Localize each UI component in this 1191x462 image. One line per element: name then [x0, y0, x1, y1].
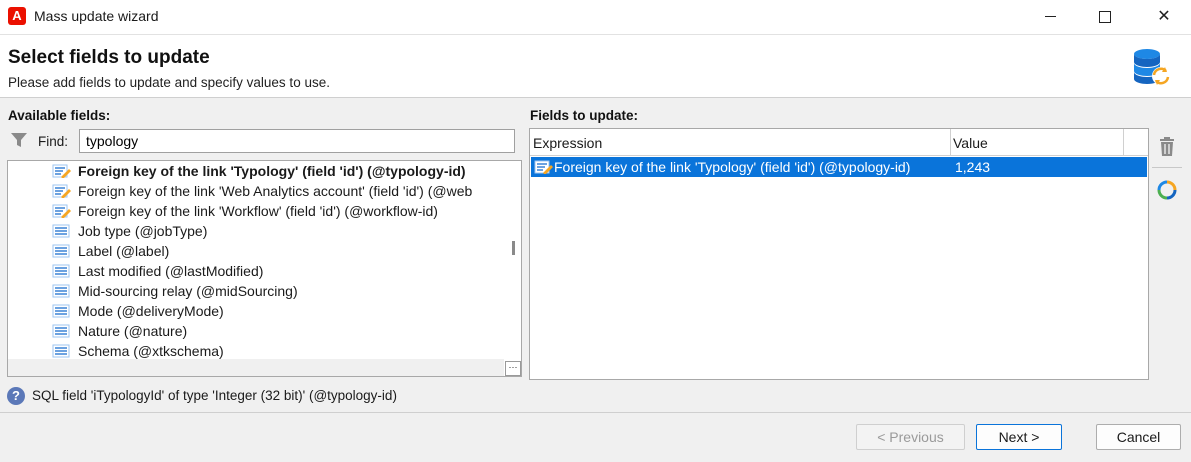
list-item-label: Last modified (@lastModified): [78, 263, 264, 279]
row-value[interactable]: 1,243: [955, 159, 990, 175]
refresh-icon[interactable]: [1155, 178, 1179, 202]
title-bar: A Mass update wizard ✕: [0, 0, 1191, 34]
column-divider[interactable]: [1123, 129, 1124, 155]
find-input[interactable]: [79, 129, 515, 153]
row-expression: Foreign key of the link 'Typology' (fiel…: [554, 159, 911, 175]
toolbar-divider: [1152, 167, 1182, 168]
minimize-button[interactable]: [1027, 0, 1073, 34]
field-icon: [52, 264, 70, 278]
field-icon: [52, 344, 70, 358]
close-button[interactable]: ✕: [1141, 0, 1187, 34]
fields-to-update-grid[interactable]: Expression Value Foreign key of the link…: [529, 128, 1149, 380]
previous-button[interactable]: < Previous: [856, 424, 965, 450]
table-row[interactable]: Foreign key of the link 'Typology' (fiel…: [531, 157, 1147, 177]
list-item-label: Foreign key of the link 'Web Analytics a…: [78, 183, 473, 199]
list-item-label: Job type (@jobType): [78, 223, 208, 239]
column-header-expression[interactable]: Expression: [533, 135, 602, 151]
foreign-key-icon: [52, 184, 71, 198]
field-icon: [52, 244, 70, 258]
list-item-label: Foreign key of the link 'Typology' (fiel…: [78, 163, 466, 179]
fields-to-update-label: Fields to update:: [530, 108, 638, 123]
list-item-label: Mode (@deliveryMode): [78, 303, 224, 319]
foreign-key-icon: [52, 204, 71, 218]
page-title: Select fields to update: [8, 47, 210, 68]
cancel-button-label: Cancel: [1116, 429, 1161, 445]
column-header-value[interactable]: Value: [953, 135, 988, 151]
field-icon: [52, 304, 70, 318]
find-label: Find:: [38, 134, 69, 149]
grid-header: Expression Value: [530, 129, 1148, 156]
list-item-label: Nature (@nature): [78, 323, 188, 339]
foreign-key-icon: [534, 160, 553, 174]
next-button-label: Next >: [998, 429, 1040, 445]
minimize-icon: [1044, 16, 1056, 18]
window-title: Mass update wizard: [34, 8, 159, 24]
list-item-label: Mid-sourcing relay (@midSourcing): [78, 283, 298, 299]
next-button[interactable]: Next >: [976, 424, 1062, 450]
page-subtitle: Please add fields to update and specify …: [8, 75, 330, 90]
vertical-scrollbar[interactable]: [512, 241, 515, 255]
help-icon: ?: [7, 387, 25, 405]
list-item-label: Schema (@xtkschema): [78, 343, 224, 359]
footer-divider: [0, 412, 1191, 413]
maximize-icon: [1099, 10, 1111, 23]
more-options-button[interactable]: ···: [505, 361, 521, 376]
previous-button-label: < Previous: [877, 429, 944, 445]
app-logo-icon: A: [8, 7, 26, 25]
find-row: Find:: [8, 129, 518, 155]
horizontal-scrollbar[interactable]: [8, 359, 504, 376]
wizard-header: Select fields to update Please add field…: [0, 34, 1191, 98]
available-fields-tree[interactable]: Foreign key of the link 'Typology' (fiel…: [7, 160, 522, 377]
field-icon: [52, 284, 70, 298]
list-item-label: Label (@label): [78, 243, 170, 259]
filter-icon[interactable]: [10, 131, 28, 149]
delete-icon[interactable]: [1155, 135, 1179, 159]
field-info-text: SQL field 'iTypologyId' of type 'Integer…: [32, 388, 397, 403]
maximize-button[interactable]: [1082, 0, 1128, 34]
foreign-key-icon: [52, 164, 71, 178]
cancel-button[interactable]: Cancel: [1096, 424, 1181, 450]
field-icon: [52, 224, 70, 238]
list-item-label: Foreign key of the link 'Workflow' (fiel…: [78, 203, 438, 219]
column-divider[interactable]: [950, 129, 951, 155]
field-icon: [52, 324, 70, 338]
database-refresh-icon: [1134, 49, 1170, 85]
close-icon: ✕: [1157, 8, 1171, 25]
available-fields-label: Available fields:: [8, 108, 111, 123]
